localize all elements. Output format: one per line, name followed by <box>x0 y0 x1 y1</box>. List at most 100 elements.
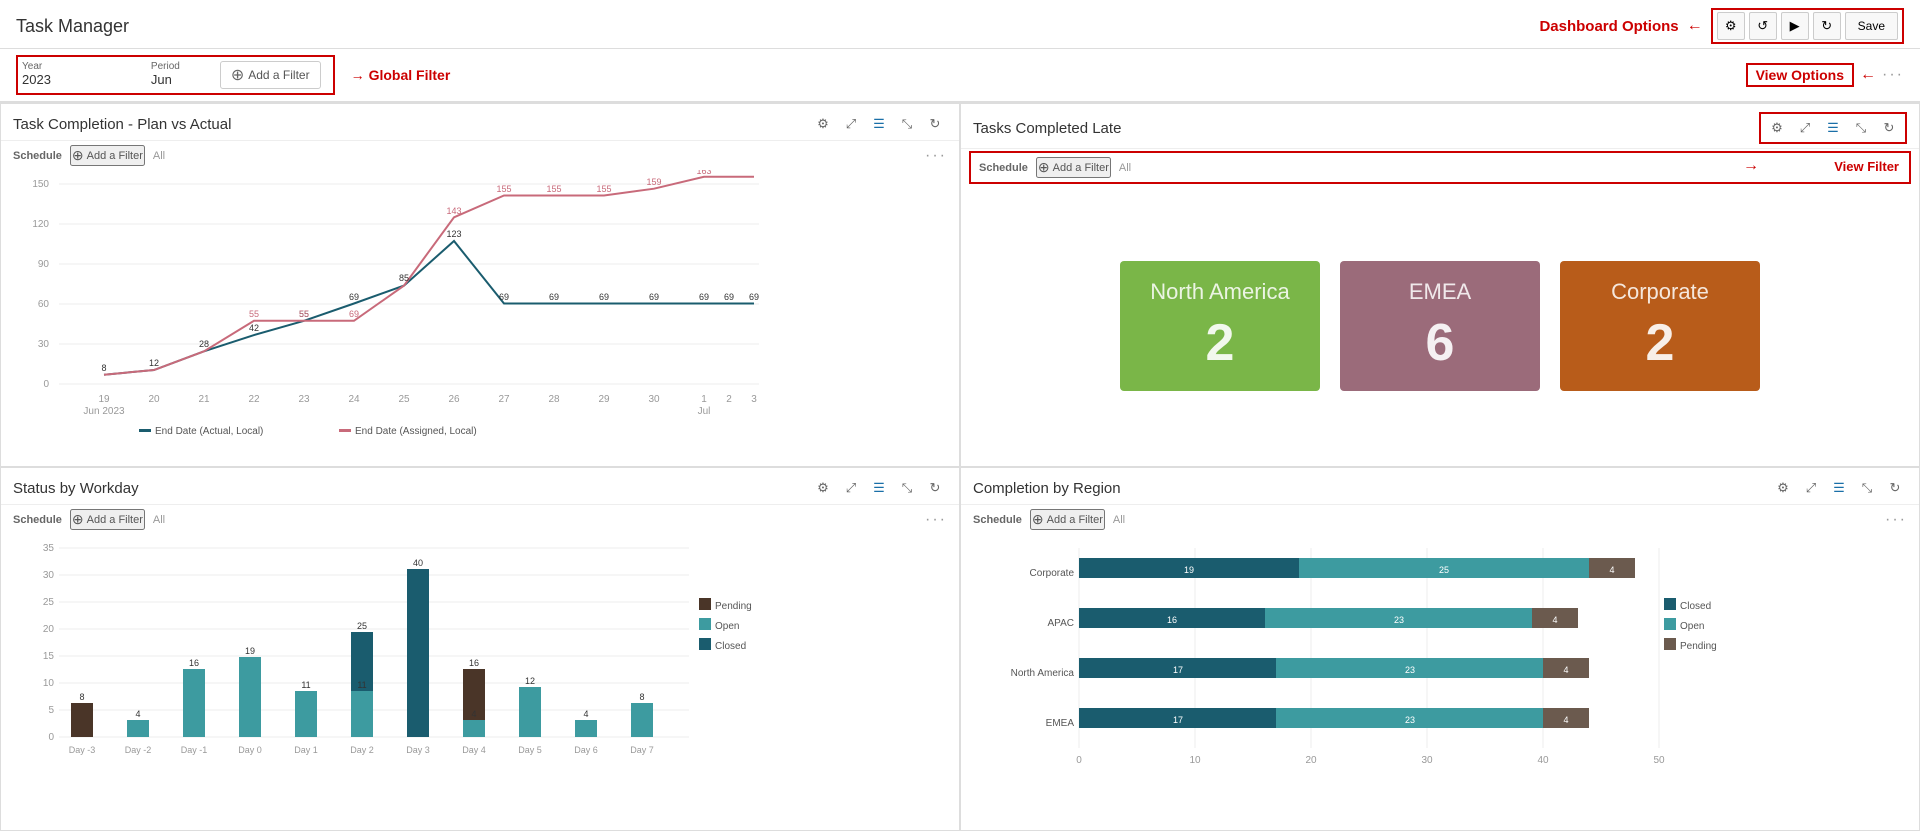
svg-text:Day 4: Day 4 <box>462 745 486 755</box>
svg-text:Day -1: Day -1 <box>181 745 208 755</box>
sbw-refresh-icon[interactable]: ↻ <box>923 476 947 500</box>
svg-text:69: 69 <box>599 292 609 302</box>
sbw-bar-chart: 0 5 10 15 20 25 30 35 8 Day -3 <box>9 538 749 768</box>
svg-text:159: 159 <box>646 177 661 187</box>
svg-text:69: 69 <box>749 292 759 302</box>
svg-text:69: 69 <box>549 292 559 302</box>
tc-more-menu[interactable]: ··· <box>925 147 947 165</box>
svg-text:90: 90 <box>38 259 50 270</box>
svg-text:EMEA: EMEA <box>1046 718 1075 729</box>
filter-bar: Year 2023 Period Jun ⊕ Add a Filter → Gl… <box>0 49 1920 102</box>
tc-schedule-label: Schedule <box>13 150 62 162</box>
tcl-add-filter-button[interactable]: ⊕ Add a Filter <box>1036 157 1111 178</box>
tcl-filter-arrow: → <box>1743 157 1759 175</box>
tcl-list-icon[interactable]: ☰ <box>1821 116 1845 140</box>
sbw-expand-icon[interactable]: ⤡ <box>895 476 919 500</box>
svg-text:155: 155 <box>596 184 611 194</box>
svg-text:4: 4 <box>583 709 588 719</box>
settings-button[interactable]: ⚙ <box>1717 12 1745 40</box>
tcl-view-filter-label: View Filter <box>1834 159 1899 174</box>
global-filter-box: Year 2023 Period Jun ⊕ Add a Filter <box>16 55 335 95</box>
svg-text:Day -3: Day -3 <box>69 745 96 755</box>
svg-text:20: 20 <box>1305 755 1317 766</box>
task-completion-title: Task Completion - Plan vs Actual <box>13 116 231 133</box>
svg-text:4: 4 <box>135 709 140 719</box>
cbr-chart-area: 0 10 20 30 40 50 Corporate <box>961 534 1919 830</box>
svg-text:Jul: Jul <box>698 406 711 417</box>
undo-button[interactable]: ↺ <box>1749 12 1777 40</box>
cbr-add-filter-button[interactable]: ⊕ Add a Filter <box>1030 509 1105 530</box>
svg-text:30: 30 <box>1421 755 1433 766</box>
global-add-filter-button[interactable]: ⊕ Add a Filter <box>220 61 321 89</box>
svg-text:69: 69 <box>349 309 359 319</box>
cbr-settings-icon[interactable]: ⚙ <box>1771 476 1795 500</box>
cbr-refresh-icon[interactable]: ↻ <box>1883 476 1907 500</box>
svg-text:69: 69 <box>349 292 359 302</box>
svg-text:150: 150 <box>32 179 49 190</box>
svg-text:12: 12 <box>149 358 159 368</box>
svg-text:Open: Open <box>715 621 739 632</box>
tcl-schedule-filter: Schedule ⊕ Add a Filter All <box>969 151 1911 184</box>
svg-text:21: 21 <box>198 394 210 405</box>
tcl-schedule-label: Schedule <box>979 162 1028 174</box>
tc-settings-icon[interactable]: ⚙ <box>811 112 835 136</box>
sbw-list-icon[interactable]: ☰ <box>867 476 891 500</box>
period-filter: Period Jun <box>151 61 180 89</box>
svg-text:Open: Open <box>1680 621 1704 632</box>
sbw-title: Status by Workday <box>13 480 139 497</box>
tc-list-icon[interactable]: ☰ <box>867 112 891 136</box>
svg-text:25: 25 <box>398 394 410 405</box>
svg-text:15: 15 <box>43 651 55 662</box>
tc-add-filter-button[interactable]: ⊕ Add a Filter <box>70 145 145 166</box>
svg-text:End Date (Actual, Local): End Date (Actual, Local) <box>155 426 263 437</box>
svg-text:69: 69 <box>499 292 509 302</box>
emea-tile-label: EMEA <box>1409 279 1471 305</box>
svg-text:End Date (Assigned, Local): End Date (Assigned, Local) <box>355 426 477 437</box>
tcl-move-icon[interactable]: ⤢ <box>1793 116 1817 140</box>
cbr-move-icon[interactable]: ⤢ <box>1799 476 1823 500</box>
tcl-expand-icon[interactable]: ⤡ <box>1849 116 1873 140</box>
north-america-tile: North America 2 <box>1120 261 1320 391</box>
svg-text:Day 0: Day 0 <box>238 745 262 755</box>
sbw-more-menu[interactable]: ··· <box>925 511 947 529</box>
tc-move-icon[interactable]: ⤢ <box>839 112 863 136</box>
cbr-schedule-value: All <box>1113 514 1125 526</box>
sbw-settings-icon[interactable]: ⚙ <box>811 476 835 500</box>
svg-text:10: 10 <box>43 678 55 689</box>
tcl-refresh-icon[interactable]: ↻ <box>1877 116 1901 140</box>
corporate-tile-label: Corporate <box>1611 279 1709 305</box>
tc-refresh-icon[interactable]: ↻ <box>923 112 947 136</box>
sbw-plus-icon: ⊕ <box>72 511 84 528</box>
svg-text:11: 11 <box>357 680 366 690</box>
bar-day-7-open <box>631 703 653 737</box>
dashboard-options-label: Dashboard Options <box>1539 18 1678 35</box>
save-button[interactable]: Save <box>1845 12 1898 40</box>
view-options-area: View Options ← ··· <box>1746 63 1904 87</box>
svg-text:17: 17 <box>1173 715 1183 725</box>
task-completion-controls: ⚙ ⤢ ☰ ⤡ ↻ <box>811 112 947 136</box>
svg-text:Jun 2023: Jun 2023 <box>83 406 125 417</box>
cbr-list-icon[interactable]: ☰ <box>1827 476 1851 500</box>
svg-text:0: 0 <box>48 732 54 743</box>
cbr-schedule-filter: Schedule ⊕ Add a Filter All ··· <box>961 505 1919 534</box>
bar-day-4-open <box>463 720 485 737</box>
tc-expand-icon[interactable]: ⤡ <box>895 112 919 136</box>
view-options-menu[interactable]: ··· <box>1882 66 1904 84</box>
sbw-header: Status by Workday ⚙ ⤢ ☰ ⤡ ↻ <box>1 468 959 505</box>
refresh-button[interactable]: ↻ <box>1813 12 1841 40</box>
svg-text:20: 20 <box>148 394 160 405</box>
svg-text:30: 30 <box>43 570 55 581</box>
tcl-settings-icon[interactable]: ⚙ <box>1765 116 1789 140</box>
play-button[interactable]: ▶ <box>1781 12 1809 40</box>
cbr-more-menu[interactable]: ··· <box>1885 511 1907 529</box>
svg-text:30: 30 <box>38 339 50 350</box>
cbr-expand-icon[interactable]: ⤡ <box>1855 476 1879 500</box>
svg-text:10: 10 <box>1189 755 1201 766</box>
sbw-add-filter-button[interactable]: ⊕ Add a Filter <box>70 509 145 530</box>
svg-text:4: 4 <box>1552 615 1557 625</box>
tc-line-chart: 0 30 60 90 120 150 8 12 <box>9 174 769 454</box>
bar-day-6-open <box>575 720 597 737</box>
sbw-move-icon[interactable]: ⤢ <box>839 476 863 500</box>
tcl-controls: ⚙ ⤢ ☰ ⤡ ↻ <box>1759 112 1907 144</box>
cbr-controls: ⚙ ⤢ ☰ ⤡ ↻ <box>1771 476 1907 500</box>
